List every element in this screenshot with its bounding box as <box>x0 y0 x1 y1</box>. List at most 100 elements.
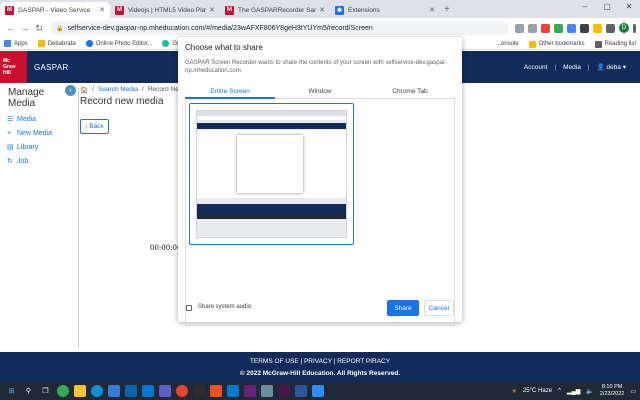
browser-tab-recorder-sample[interactable]: M The GASPARRecorder SampleFu ✕ <box>220 2 330 18</box>
puzzle-icon[interactable] <box>606 23 615 33</box>
clock[interactable]: 8:10 PM 2/23/2022 <box>600 384 624 398</box>
sidebar-collapse-button[interactable]: ‹ <box>65 85 76 96</box>
extension-green-icon[interactable] <box>554 23 563 33</box>
cancel-button[interactable]: Cancel <box>424 300 454 316</box>
screen-preview-image <box>196 110 347 238</box>
back-button[interactable]: ‹ Back <box>80 119 109 134</box>
close-window-icon[interactable]: ✕ <box>618 0 640 14</box>
library-icon: ▤ <box>7 144 14 151</box>
share-button[interactable]: Share <box>387 300 419 316</box>
nav-divider: | <box>554 63 557 71</box>
tab-entire-screen[interactable]: Entire Screen <box>185 87 275 99</box>
sidebar-title: Manage Media <box>8 87 45 109</box>
close-icon[interactable]: ✕ <box>319 6 325 14</box>
close-icon[interactable]: ✕ <box>209 6 215 14</box>
zoom-icon[interactable] <box>311 385 324 397</box>
bookmark-reading-list[interactable]: Reading list <box>594 40 636 48</box>
footer-links[interactable]: TERMS OF USE | PRIVACY | REPORT PIRACY <box>0 358 640 365</box>
edge-icon[interactable] <box>90 385 103 397</box>
windows-start-icon[interactable]: ⊞ <box>6 385 18 397</box>
nav-user[interactable]: 👤 deba ▾ <box>597 63 626 71</box>
tab-title: GASPAR - Video Service <box>18 6 91 14</box>
nav-account[interactable]: Account <box>524 64 548 71</box>
word-icon[interactable] <box>294 385 307 397</box>
share-audio-checkbox[interactable] <box>186 305 192 311</box>
screen-thumbnail[interactable] <box>189 103 354 245</box>
chrome-icon[interactable] <box>56 385 69 397</box>
breadcrumb-separator: / <box>142 86 144 93</box>
dialog-footer: Share system audio Share Cancel <box>178 299 462 319</box>
app-icon[interactable] <box>209 385 222 397</box>
mail-icon[interactable] <box>124 385 137 397</box>
search-icon[interactable]: ⚲ <box>23 385 35 397</box>
sidebar-item-label: New Media <box>17 130 53 137</box>
outlook-icon[interactable] <box>141 385 154 397</box>
sidebar-item-library[interactable]: ▤ Library <box>7 144 78 151</box>
breadcrumb-search-media[interactable]: Search Media <box>98 86 138 94</box>
profile-avatar[interactable]: D <box>619 23 629 33</box>
file-explorer-icon[interactable] <box>73 385 86 397</box>
back-arrow-icon[interactable]: ← <box>4 23 18 33</box>
extension-orange-icon[interactable] <box>593 23 602 33</box>
tab-chrome-tab[interactable]: Chrome Tab <box>365 87 455 99</box>
nav-media[interactable]: Media <box>563 64 581 71</box>
sidebar-item-label: Job <box>17 158 29 165</box>
address-bar[interactable]: 🔒 selfservice-dev.gaspar-np.mheducation.… <box>50 21 509 35</box>
vscode-icon[interactable] <box>226 385 239 397</box>
minimize-icon[interactable]: – <box>574 0 596 14</box>
extension-dark-icon[interactable] <box>580 23 589 33</box>
sidebar-item-label: Media <box>17 116 37 123</box>
close-icon[interactable]: ✕ <box>99 6 105 14</box>
share-audio-label: Share system audio <box>198 304 252 310</box>
volume-icon[interactable]: 🔈 <box>586 388 593 395</box>
weather-icon[interactable]: ☀ <box>512 388 517 395</box>
bookmark-apps[interactable]: Apps <box>4 40 28 47</box>
home-icon[interactable]: 🏠 <box>80 86 88 94</box>
kebab-menu-icon[interactable] <box>633 23 636 33</box>
apps-grid-icon <box>4 40 11 47</box>
windows-taskbar: ⊞ ⚲ ❐ ☀ 25°C Haze ^ ▂▄▆ 🔈 8:10 PM 2/23/2… <box>0 382 640 400</box>
m-icon: M <box>225 5 234 15</box>
sidebar-item-job[interactable]: ↻ Job <box>7 158 78 165</box>
browser-tab-videojs[interactable]: M Videojs | HTML5 Video Player ✕ <box>110 2 220 18</box>
bookmark-other[interactable]: Other bookmarks <box>528 40 585 48</box>
new-tab-button[interactable]: + <box>444 2 450 18</box>
reload-icon[interactable]: ↻ <box>32 23 46 34</box>
close-icon[interactable]: ✕ <box>429 6 435 14</box>
network-icon[interactable]: ▂▄▆ <box>567 388 580 395</box>
lock-icon: 🔒 <box>56 25 64 32</box>
browser-toolbar: ← → ↻ 🔒 selfservice-dev.gaspar-np.mheduc… <box>0 18 640 38</box>
forward-arrow-icon[interactable]: → <box>18 23 32 33</box>
extension-blue-icon[interactable] <box>567 23 576 33</box>
browser-tab-extensions[interactable]: ✱ Extensions ✕ <box>330 2 440 18</box>
teams-icon[interactable] <box>158 385 171 397</box>
terminal-icon[interactable] <box>192 385 205 397</box>
task-view-icon[interactable]: ❐ <box>40 385 52 397</box>
browser-tab-gaspar[interactable]: M GASPAR - Video Service ✕ <box>0 2 110 18</box>
bookmark-debabrata[interactable]: Debabrata <box>37 40 76 47</box>
chrome-active-icon[interactable] <box>175 385 188 397</box>
chevron-left-icon: ‹ <box>69 87 72 94</box>
folder-icon <box>37 40 45 47</box>
sidebar-item-media[interactable]: ☰ Media <box>7 116 78 123</box>
maximize-icon[interactable]: ▢ <box>596 0 618 14</box>
visual-studio-icon[interactable] <box>243 385 256 397</box>
footer-copyright: © 2022 McGraw-Hill Education. All Rights… <box>239 370 401 377</box>
extension-red-icon[interactable] <box>541 23 550 33</box>
mcgraw-hill-logo[interactable]: Mc Graw Hill <box>0 51 27 83</box>
tab-window[interactable]: Window <box>275 87 365 99</box>
nav-divider: | <box>587 63 590 71</box>
sidebar-item-new-media[interactable]: + New Media <box>7 130 78 137</box>
bookmark-photo-editor[interactable]: Online Photo Editor... <box>85 40 152 47</box>
tab-title: Videojs | HTML5 Video Player <box>128 6 207 14</box>
notification-icon[interactable]: ▭ <box>630 388 636 395</box>
site-nav: Account | Media | 👤 deba ▾ <box>524 51 626 83</box>
weather-text[interactable]: 25°C Haze <box>523 388 552 394</box>
chevron-up-icon[interactable]: ^ <box>558 388 561 394</box>
slack-icon[interactable] <box>277 385 290 397</box>
bookmark-console[interactable]: ...onsole <box>496 41 519 47</box>
notepad-icon[interactable] <box>260 385 273 397</box>
share-icon[interactable] <box>515 23 524 33</box>
star-icon[interactable] <box>528 23 537 33</box>
store-icon[interactable] <box>107 385 120 397</box>
